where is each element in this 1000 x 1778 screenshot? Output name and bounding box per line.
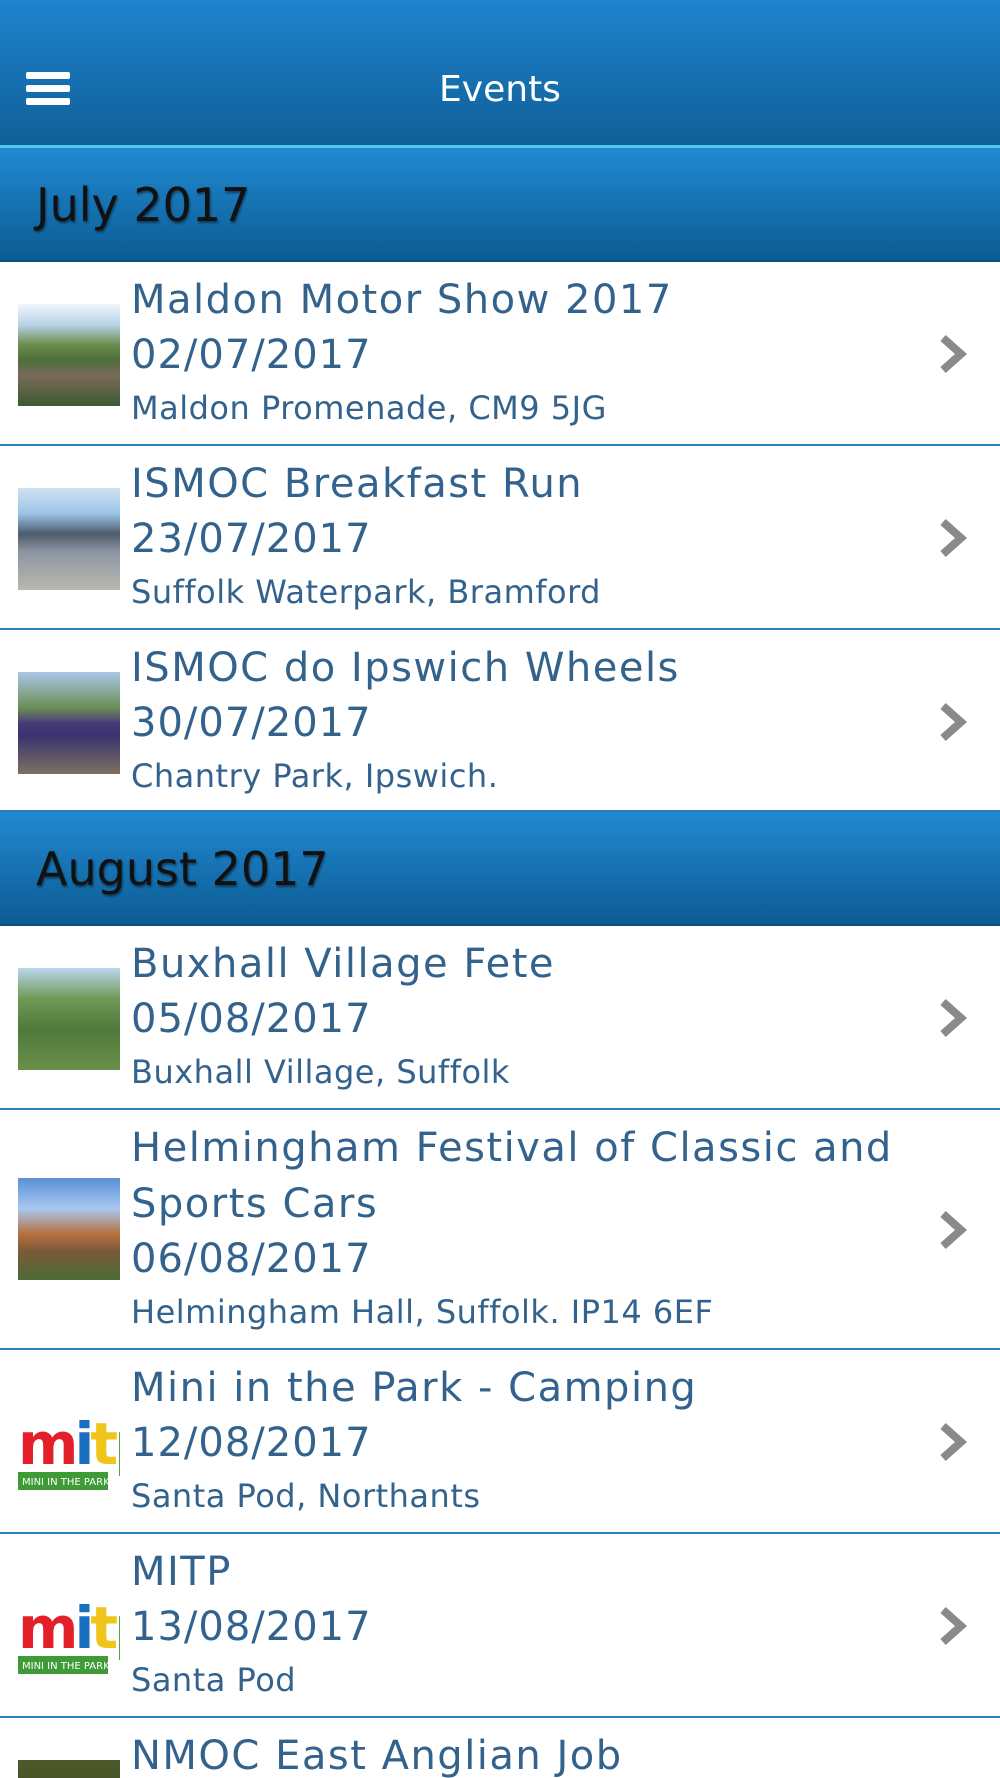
event-title: Maldon Motor Show 2017 bbox=[131, 277, 673, 323]
page-title: Events bbox=[439, 69, 561, 110]
event-date: 06/08/2017 bbox=[131, 1236, 372, 1282]
event-thumbnail bbox=[18, 1760, 120, 1778]
event-row[interactable]: NMOC East Anglian Job bbox=[0, 1718, 1000, 1778]
mitp-logo-thumbnail: mitp MINI IN THE PARK bbox=[18, 1576, 120, 1678]
event-title: Mini in the Park - Camping bbox=[131, 1365, 698, 1411]
event-row[interactable]: ISMOC Breakfast Run 23/07/2017 Suffolk W… bbox=[0, 446, 1000, 630]
event-date: 02/07/2017 bbox=[131, 332, 372, 378]
event-location: Chantry Park, Ipswich. bbox=[131, 757, 499, 795]
chevron-right-icon bbox=[940, 335, 968, 373]
chevron-right-icon bbox=[940, 703, 968, 741]
svg-text:MINI IN THE PARK: MINI IN THE PARK bbox=[22, 1661, 110, 1672]
section-label: August 2017 bbox=[36, 842, 329, 896]
event-date: 23/07/2017 bbox=[131, 516, 372, 562]
event-title: Buxhall Village Fete bbox=[131, 941, 556, 987]
event-title: ISMOC Breakfast Run bbox=[131, 461, 584, 507]
event-row[interactable]: Maldon Motor Show 2017 02/07/2017 Maldon… bbox=[0, 262, 1000, 446]
event-row[interactable]: ISMOC do Ipswich Wheels 30/07/2017 Chant… bbox=[0, 630, 1000, 812]
event-title: MITP bbox=[131, 1549, 232, 1595]
event-row[interactable]: Buxhall Village Fete 05/08/2017 Buxhall … bbox=[0, 926, 1000, 1110]
section-label: July 2017 bbox=[36, 178, 251, 232]
app-bar: Events bbox=[0, 0, 1000, 148]
mitp-logo-thumbnail: mitp MINI IN THE PARK bbox=[18, 1392, 120, 1494]
event-location: Santa Pod, Northants bbox=[131, 1477, 481, 1515]
svg-text:MINI IN THE PARK: MINI IN THE PARK bbox=[22, 1477, 110, 1488]
event-date: 13/08/2017 bbox=[131, 1604, 372, 1650]
car-show-thumbnail bbox=[18, 304, 120, 406]
event-date: 12/08/2017 bbox=[131, 1420, 372, 1466]
event-row[interactable]: Helmingham Festival of Classic and Sport… bbox=[0, 1110, 1000, 1350]
chevron-right-icon bbox=[940, 1423, 968, 1461]
section-header-july: July 2017 bbox=[0, 148, 1000, 262]
building-thumbnail bbox=[18, 488, 120, 590]
chevron-right-icon bbox=[940, 1607, 968, 1645]
svg-text:mitp: mitp bbox=[18, 1410, 120, 1478]
event-date: 05/08/2017 bbox=[131, 996, 372, 1042]
event-location: Suffolk Waterpark, Bramford bbox=[131, 573, 601, 611]
event-location: Maldon Promenade, CM9 5JG bbox=[131, 389, 607, 427]
event-date: 30/07/2017 bbox=[131, 700, 372, 746]
event-title: NMOC East Anglian Job bbox=[131, 1733, 623, 1778]
event-location: Santa Pod bbox=[131, 1661, 297, 1699]
chevron-right-icon bbox=[940, 1211, 968, 1249]
fete-thumbnail bbox=[18, 968, 120, 1070]
event-title: Helmingham Festival of Classic and Sport… bbox=[131, 1125, 893, 1227]
section-header-august: August 2017 bbox=[0, 812, 1000, 926]
event-location: Helmingham Hall, Suffolk. IP14 6EF bbox=[131, 1293, 714, 1331]
svg-text:mitp: mitp bbox=[18, 1594, 120, 1662]
event-location: Buxhall Village, Suffolk bbox=[131, 1053, 510, 1091]
hall-thumbnail bbox=[18, 1178, 120, 1280]
chevron-right-icon bbox=[940, 519, 968, 557]
event-row[interactable]: mitp MINI IN THE PARK Mini in the Park -… bbox=[0, 1350, 1000, 1534]
event-title: ISMOC do Ipswich Wheels bbox=[131, 645, 680, 691]
monster-truck-thumbnail bbox=[18, 672, 120, 774]
chevron-right-icon bbox=[940, 999, 968, 1037]
event-row[interactable]: mitp MINI IN THE PARK MITP 13/08/2017 Sa… bbox=[0, 1534, 1000, 1718]
